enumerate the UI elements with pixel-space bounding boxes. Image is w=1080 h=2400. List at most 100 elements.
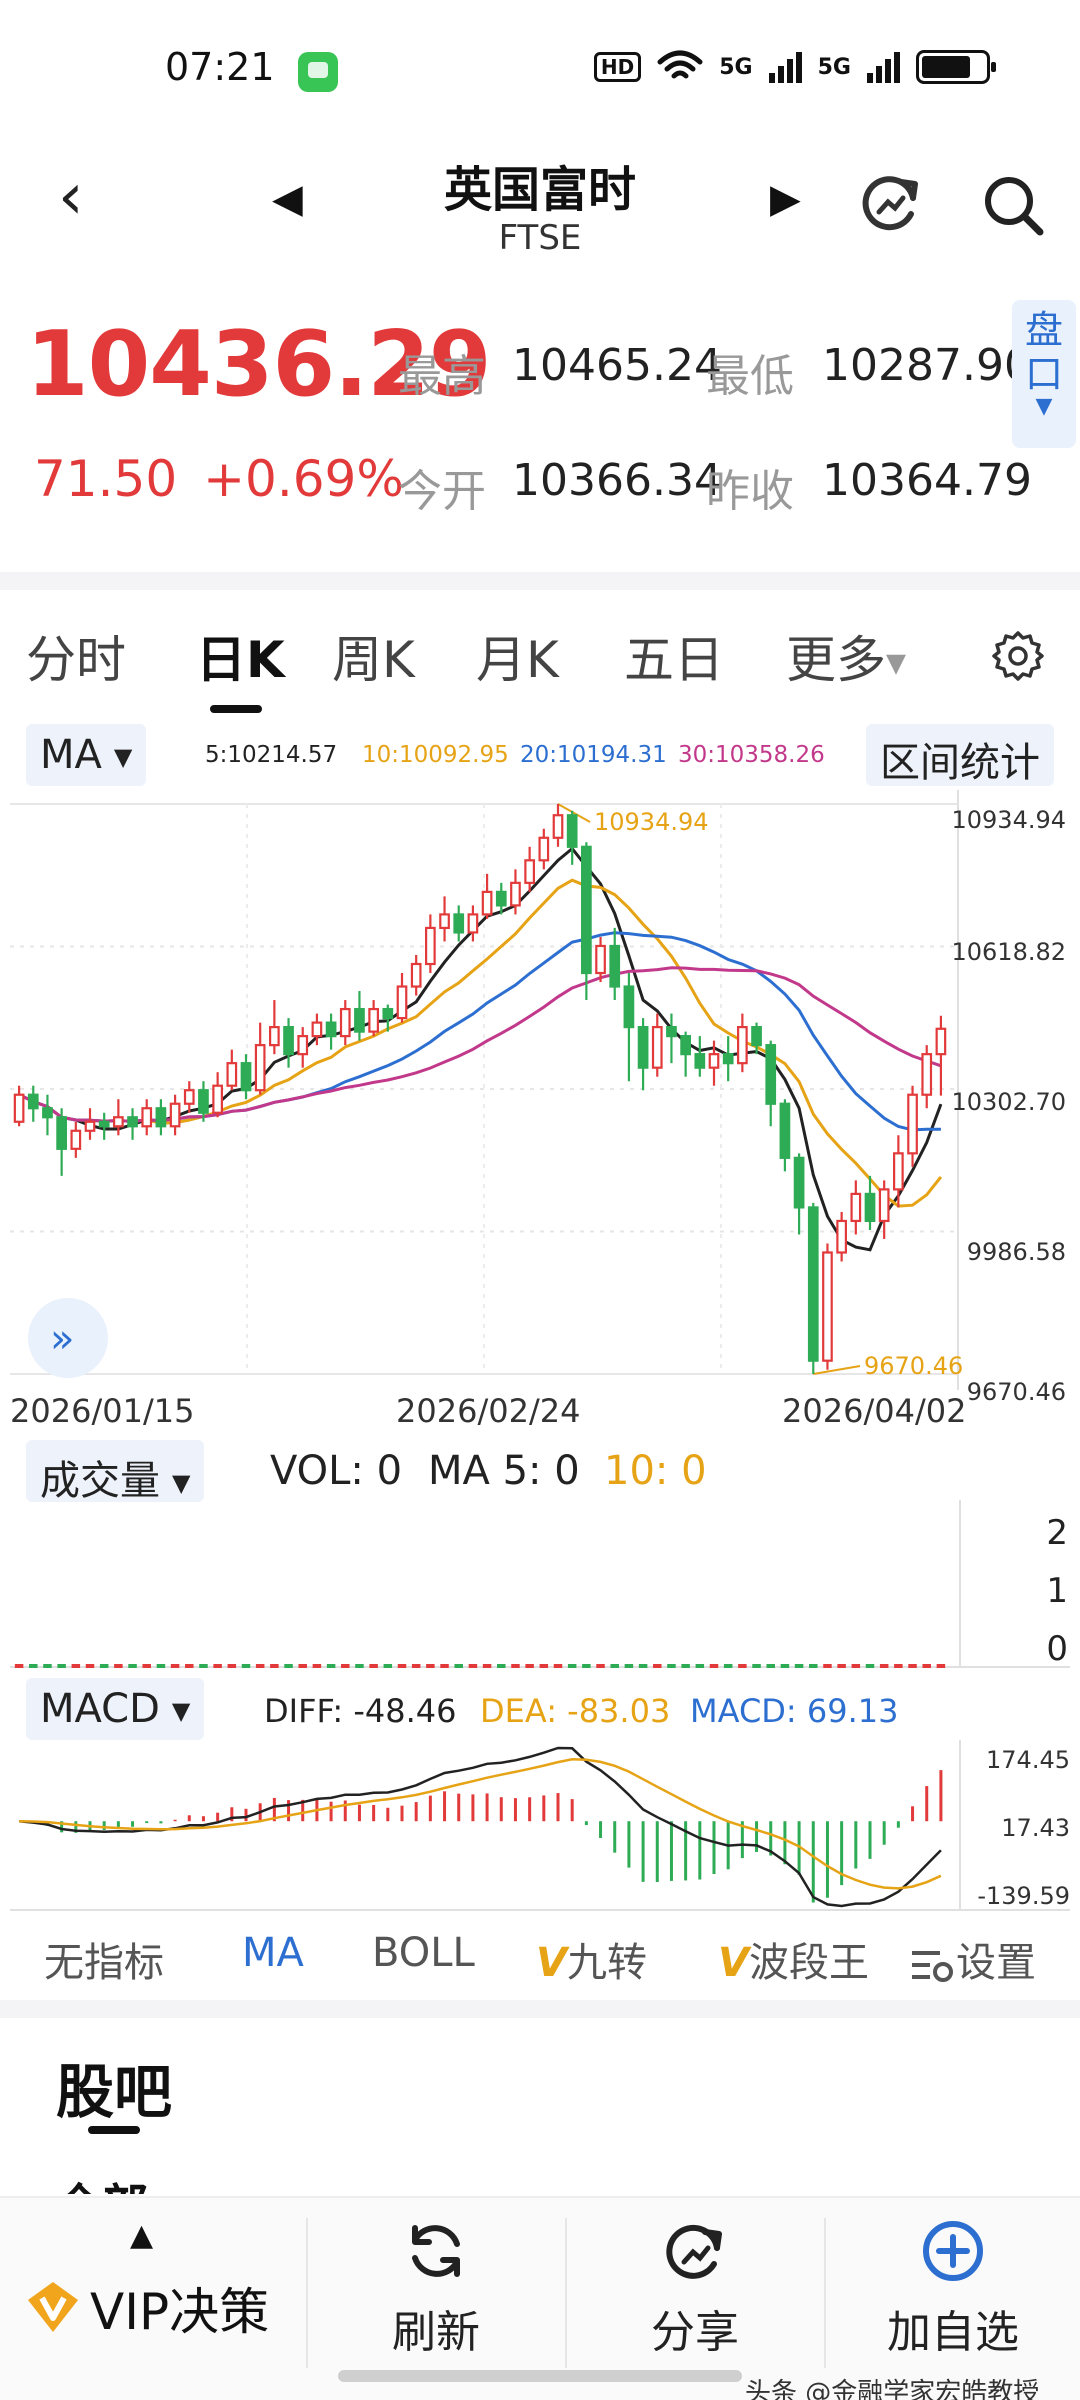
candle-up <box>467 913 479 934</box>
volume-ma5: MA 5: 0 <box>428 1448 580 1494</box>
candle-up <box>212 1084 223 1114</box>
macd-selector-label: MACD <box>40 1686 160 1732</box>
status-time: 07:21 <box>165 45 275 89</box>
candle-down <box>240 1062 252 1092</box>
candle-down <box>666 1026 677 1038</box>
candle-up <box>524 859 535 884</box>
ma-selector[interactable]: MA ▼ <box>26 724 147 786</box>
home-indicator[interactable] <box>338 2370 742 2382</box>
volume-selector[interactable]: 成交量 ▼ <box>26 1440 205 1504</box>
indicator-settings[interactable]: 设置 <box>910 1930 1036 1988</box>
x-tick-label: 2026/01/15 <box>10 1392 194 1430</box>
add-watchlist-label: 加自选 <box>887 2307 1019 2358</box>
macd-selector[interactable]: MACD ▼ <box>26 1678 205 1740</box>
vip-decision-button[interactable]: ▲ VIP决策 <box>0 2198 305 2400</box>
forum-tab-indicator <box>88 2126 140 2134</box>
indicator-tab-boduanwang[interactable]: V波段王 <box>718 1930 869 1988</box>
refresh-icon[interactable] <box>855 168 925 238</box>
watermark: 头条 @金融学家宏皓教授 <box>745 2378 1040 2400</box>
tab-intraday[interactable]: 分时 <box>26 620 126 692</box>
ma-selector-label: MA <box>40 732 102 778</box>
tab-five-day[interactable]: 五日 <box>624 620 724 692</box>
refresh-icon <box>412 2225 460 2277</box>
candle-down <box>325 1021 337 1038</box>
section-divider <box>0 572 1080 590</box>
candle-up <box>70 1129 82 1150</box>
forum-title[interactable]: 股吧 <box>56 2045 172 2129</box>
tab-monthly-k[interactable]: 月K <box>476 620 559 692</box>
candle-up <box>141 1107 153 1128</box>
indicator-tab-ma[interactable]: MA <box>242 1930 304 1976</box>
x-tick-label: 2026/04/02 <box>782 1392 966 1430</box>
signal-icon-2 <box>867 51 900 83</box>
app-notification-icon <box>298 52 338 92</box>
candle-down <box>56 1116 67 1150</box>
candle-up <box>113 1116 124 1128</box>
order-book-label-top: 盘 <box>1024 308 1063 352</box>
indicator-tab-none[interactable]: 无指标 <box>44 1930 164 1988</box>
candle-up <box>481 890 493 916</box>
candle-up <box>907 1093 918 1155</box>
candle-up <box>708 1053 720 1069</box>
battery-icon <box>916 50 996 84</box>
candle-down <box>609 944 621 988</box>
macd-value: MACD: 69.13 <box>690 1692 899 1730</box>
price-change-pct: +0.69% <box>203 450 404 508</box>
low-label: 最低 <box>706 351 794 402</box>
search-icon[interactable] <box>978 170 1048 240</box>
candlestick-chart[interactable]: 10934.94 10618.82 10302.70 9986.58 9670.… <box>0 790 1080 1430</box>
candle-up <box>13 1093 25 1123</box>
candle-up <box>893 1152 904 1191</box>
refresh-label: 刷新 <box>392 2307 480 2358</box>
indicator-tab-boll[interactable]: BOLL <box>372 1930 475 1976</box>
tab-weekly-k[interactable]: 周K <box>332 620 415 692</box>
macd-dea: DEA: -83.03 <box>480 1692 671 1730</box>
open-value: 10366.34 <box>512 455 722 506</box>
tab-daily-k[interactable]: 日K <box>196 620 285 692</box>
macd-chart[interactable]: 174.45 17.43 -139.59 <box>0 1740 1080 1912</box>
candle-down <box>751 1026 762 1047</box>
y-tick-label: 9986.58 <box>967 1238 1066 1266</box>
forum-tab-all[interactable]: 全部 <box>56 2170 148 2194</box>
candle-down <box>453 913 465 934</box>
indicator-tab-jiuzhuan[interactable]: V九转 <box>536 1930 647 1988</box>
macd-diff: DIFF: -48.46 <box>264 1692 457 1730</box>
vip-diamond-icon <box>28 2282 78 2332</box>
candle-up <box>254 1044 266 1092</box>
y-tick-label: 1 <box>1046 1571 1068 1611</box>
ma30-value: 30:10358.26 <box>678 742 825 768</box>
candle-down <box>354 1007 365 1033</box>
candle-down <box>765 1044 777 1105</box>
candle-down <box>42 1107 53 1119</box>
candle-down <box>793 1156 805 1209</box>
settings-list-icon <box>912 1951 953 1982</box>
vip-v-icon: V <box>536 1940 567 1986</box>
order-book-button[interactable]: 盘 口 ▼ <box>1012 300 1076 448</box>
candle-up <box>183 1089 195 1105</box>
next-index-icon[interactable]: ▶ <box>770 176 801 222</box>
candle-up <box>935 1027 947 1056</box>
add-watchlist-button[interactable]: 加自选 <box>826 2198 1080 2400</box>
high-label: 最高 <box>398 351 486 402</box>
hd-icon: HD <box>593 52 642 82</box>
candle-up <box>850 1192 862 1223</box>
gear-icon[interactable] <box>992 630 1044 682</box>
candle-down <box>680 1035 691 1056</box>
candle-down <box>495 890 507 907</box>
volume-chart[interactable]: 2 1 0 <box>0 1500 1080 1670</box>
high-value: 10465.24 <box>512 340 722 391</box>
section-divider <box>0 2000 1080 2018</box>
candle-up <box>822 1251 833 1362</box>
caret-down-icon: ▼ <box>113 743 133 771</box>
ma20-value: 20:10194.31 <box>520 742 667 768</box>
indicator-settings-label: 设置 <box>956 1940 1036 1986</box>
candle-up <box>878 1188 890 1223</box>
dea-line <box>19 1758 942 1890</box>
macd-histogram <box>31 1770 943 1903</box>
caret-down-icon: ▼ <box>886 648 906 679</box>
tab-more[interactable]: 更多▼ <box>786 620 906 692</box>
ma-legend-row: MA ▼ 5:10214.57 10:10092.95 20:10194.31 3… <box>0 724 1080 788</box>
candle-up <box>651 1026 663 1069</box>
range-stats-button[interactable]: 区间统计 <box>866 724 1054 786</box>
x-tick-label: 2026/02/24 <box>396 1392 580 1430</box>
